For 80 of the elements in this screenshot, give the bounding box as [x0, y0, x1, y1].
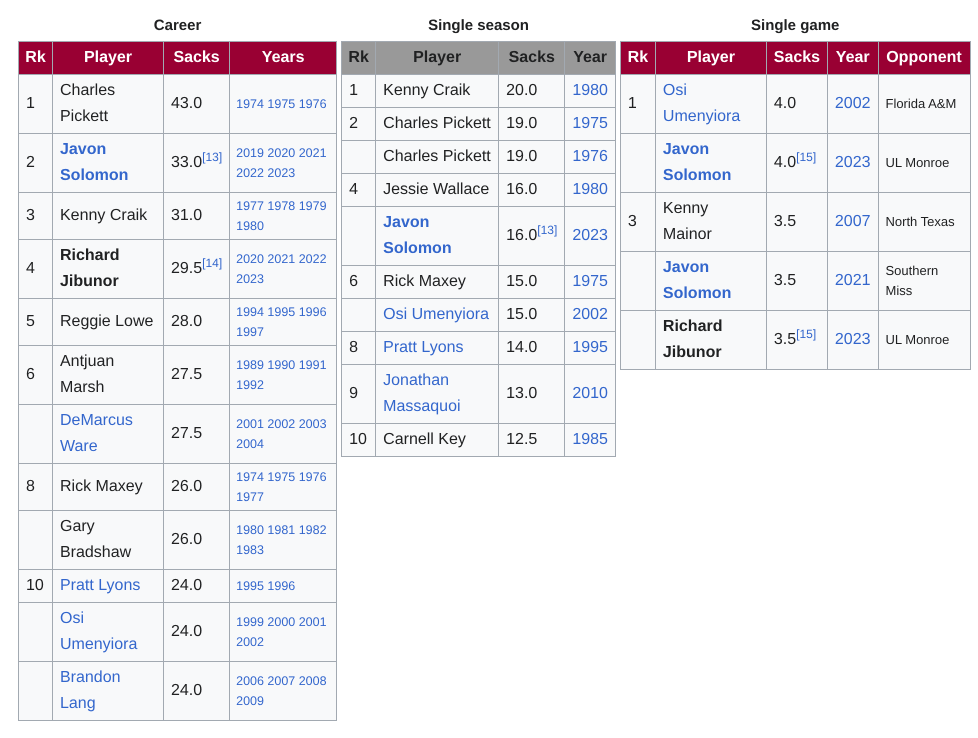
player-name: Charles Pickett — [383, 114, 492, 134]
rank-number: 1 — [628, 95, 637, 112]
sacks-value: 19.0 — [506, 148, 538, 165]
sacks-value: 16.0 — [506, 181, 538, 198]
player-name: Carnell Key — [383, 430, 467, 450]
rank-number: 8 — [26, 478, 35, 495]
rank-number: 6 — [349, 273, 358, 290]
column-header: Opponent — [878, 42, 970, 74]
opponent-name: North Texas — [886, 213, 956, 231]
player-name: Antjuan Marsh — [60, 352, 116, 398]
table-title: Career — [152, 16, 202, 36]
sacks-value: 19.0 — [506, 115, 538, 132]
player-name: Jessie Wallace — [383, 180, 490, 200]
table-title: Single game — [750, 16, 840, 36]
column-header: Year — [564, 42, 616, 74]
player-name: Charles Pickett — [383, 147, 492, 167]
sacks-value: 13.0 — [506, 385, 538, 402]
sacks-value: 29.5$^{[14]}$ — [171, 260, 222, 277]
player-name: Rick Maxey — [60, 477, 144, 497]
sacks-value: 43.0 — [171, 95, 202, 112]
rank-number: 8 — [349, 339, 358, 356]
rank-number: 1 — [26, 95, 35, 112]
sacks-value: 24.0 — [171, 577, 202, 594]
column-header: Years — [230, 42, 337, 74]
sacks-value: 26.0 — [171, 531, 202, 548]
column-header: Player — [655, 42, 766, 74]
sacks-value: 3.5$^{[15]}$ — [774, 331, 816, 348]
sacks-value: 15.0 — [506, 306, 538, 323]
player-name: Kenny Craik — [60, 206, 148, 226]
column-header: Player — [376, 42, 499, 74]
sacks-value: 33.0$^{[13]}$ — [171, 154, 222, 171]
player-name: Richard Jibunor — [662, 317, 724, 363]
column-header: Player — [52, 42, 164, 74]
column-header: Sacks — [164, 42, 230, 74]
rank-number: 4 — [26, 260, 35, 277]
rank-number: 10 — [26, 577, 44, 594]
rank-number: 3 — [628, 213, 637, 230]
column-header: Rk — [342, 42, 376, 74]
table-title: Single season — [427, 16, 530, 36]
player-name: Richard Jibunor — [60, 246, 121, 292]
column-header: Rk — [620, 42, 656, 74]
opponent-name: UL Monroe — [886, 154, 950, 172]
sacks-value: 3.5 — [774, 213, 796, 230]
sacks-value: 3.5 — [774, 272, 796, 289]
sacks-value: 12.5 — [506, 431, 538, 448]
sacks-value: 14.0 — [506, 339, 538, 356]
rank-number: 5 — [26, 313, 35, 330]
sacks-value: 16.0$^{[13]}$ — [506, 227, 558, 244]
rank-number: 6 — [26, 366, 35, 383]
rank-number: 4 — [349, 181, 358, 198]
sacks-value: 27.5 — [171, 425, 202, 442]
player-name: Rick Maxey — [383, 272, 467, 292]
rank-number: 2 — [349, 115, 358, 132]
opponent-name: UL Monroe — [886, 331, 950, 349]
sacks-value: 4.0 — [774, 95, 796, 112]
player-name: Kenny Craik — [383, 81, 472, 101]
column-header: Sacks — [766, 42, 828, 74]
column-header: Year — [827, 42, 878, 74]
sacks-value: 27.5 — [171, 366, 202, 383]
sacks-value: 15.0 — [506, 273, 538, 290]
rank-number: 10 — [349, 431, 367, 448]
column-header: Rk — [18, 42, 52, 74]
column-header: Sacks — [498, 42, 565, 74]
sacks-value: 24.0 — [171, 623, 202, 640]
sacks-value: 24.0 — [171, 682, 202, 699]
player-name: Charles Pickett — [60, 81, 116, 127]
player-name: Kenny Mainor — [662, 199, 713, 245]
sacks-value: 4.0$^{[15]}$ — [774, 154, 816, 171]
sacks-value: 20.0 — [506, 82, 538, 99]
sacks-value: 31.0 — [171, 207, 202, 224]
sacks-value: 26.0 — [171, 478, 202, 495]
rank-number: 3 — [26, 207, 35, 224]
player-name: Reggie Lowe — [60, 312, 154, 332]
rank-number: 2 — [26, 154, 35, 171]
player-name: Gary Bradshaw — [60, 517, 132, 563]
opponent-name: Florida A&M — [886, 95, 958, 113]
rank-number: 1 — [349, 82, 358, 99]
rank-number: 9 — [349, 385, 358, 402]
sacks-value: 28.0 — [171, 313, 202, 330]
opponent-name: Southern Miss — [886, 262, 940, 300]
